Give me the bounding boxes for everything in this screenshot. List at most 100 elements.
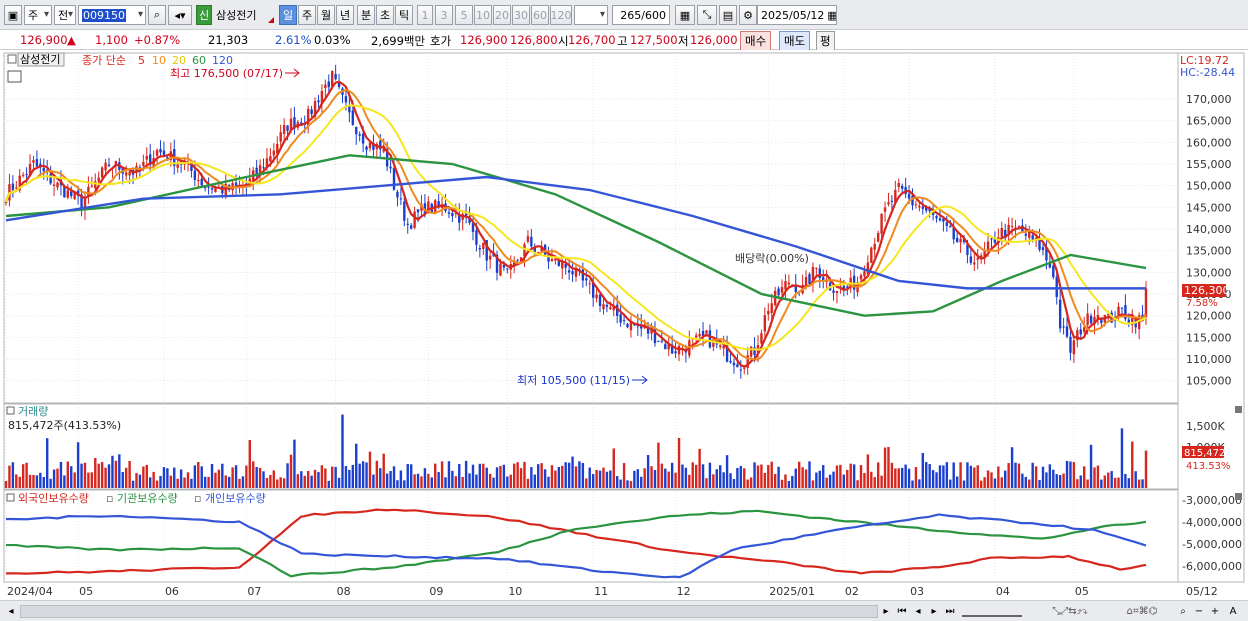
scroll-right-icon[interactable]: ▸ — [879, 604, 893, 619]
play-forward-icon[interactable]: ▸ — [927, 604, 941, 619]
search-icon[interactable]: ⌕ — [148, 5, 166, 25]
scroll-last-icon[interactable]: ⏭ — [943, 604, 957, 619]
candle-body — [1017, 225, 1021, 227]
volume-bar — [591, 474, 595, 488]
sell-button[interactable]: 매도 — [779, 31, 811, 51]
current-pct-tag: 7.58% — [1186, 298, 1218, 309]
holding-panel-toggle-icon[interactable] — [6, 493, 15, 502]
candle-body — [770, 303, 773, 313]
zoom-out-icon[interactable]: − — [1192, 604, 1206, 619]
volume-bar — [1144, 450, 1148, 488]
volume-bar — [791, 475, 794, 488]
volume-bar — [80, 463, 83, 488]
volume-bar — [1107, 472, 1110, 488]
hc-label: HC:-28.44 — [1180, 66, 1235, 79]
volume-bar — [894, 468, 897, 488]
volume-bar — [667, 471, 670, 488]
interval-3[interactable]: 3 — [435, 5, 453, 25]
volume-bar — [763, 472, 767, 488]
market-select[interactable]: 전 — [54, 5, 76, 25]
play-back-icon[interactable]: ◂ — [911, 604, 925, 619]
x-tick-label: 05 — [79, 585, 93, 598]
volume-bar — [698, 448, 701, 488]
period-second[interactable]: 초 — [376, 5, 394, 25]
stock-code-input[interactable]: 009150 — [78, 5, 146, 25]
window-menu-icon[interactable]: ▣ — [4, 5, 22, 25]
scroll-first-icon[interactable]: ⏮ — [895, 604, 909, 619]
zoom-in-icon[interactable]: + — [1208, 604, 1222, 619]
volume-bar — [619, 479, 622, 488]
volume-bar — [715, 469, 718, 488]
speaker-icon[interactable]: ◂▾ — [168, 5, 192, 25]
candle-body — [451, 213, 454, 217]
panel-toggle-icon[interactable] — [7, 54, 17, 64]
interval-120[interactable]: 120 — [550, 5, 572, 25]
volume-bar — [482, 463, 485, 488]
volume-bar — [300, 471, 303, 488]
volume-panel-toggle-icon[interactable] — [6, 406, 15, 415]
x-tick-label: 2024/04 — [7, 585, 53, 598]
calendar-icon[interactable]: ▦ — [827, 9, 836, 22]
volume-bar — [942, 465, 945, 488]
date-field[interactable]: 2025/05/12 ▦ — [757, 5, 837, 25]
zoom-search-icon[interactable]: ⌕ — [1176, 604, 1190, 619]
volume-bar — [90, 472, 94, 488]
period-year[interactable]: 년 — [336, 5, 354, 25]
volume-bar — [379, 468, 382, 488]
volume-bar — [756, 465, 760, 488]
candle-body — [63, 186, 66, 198]
volume-bar — [258, 467, 262, 488]
candle-body — [234, 182, 238, 186]
candle-body — [475, 230, 478, 245]
volume-bar — [557, 467, 561, 488]
candle-body — [918, 205, 921, 208]
x-tick-label: 06 — [165, 585, 179, 598]
volume-bar — [784, 474, 787, 488]
volume-bar — [739, 466, 743, 488]
price-panel-tab-label: 삼성전기 — [20, 53, 60, 66]
ma-legend-120: 120 — [212, 54, 233, 67]
save-icon[interactable]: ▤ — [719, 5, 737, 25]
interval-30[interactable]: 30 — [512, 5, 530, 25]
volume-bar — [488, 473, 492, 488]
interval-60[interactable]: 60 — [531, 5, 549, 25]
period-minute[interactable]: 분 — [357, 5, 375, 25]
volume-bar — [63, 475, 66, 488]
scroll-left-icon[interactable]: ◂ — [4, 604, 18, 619]
drawing-tools-icon[interactable]: ⤡⤢⇆⤴⤵ — [1030, 604, 1110, 619]
interval-10[interactable]: 10 — [474, 5, 492, 25]
open-price: 126,700 — [568, 33, 616, 47]
interval-custom-select[interactable] — [574, 5, 608, 25]
interval-1[interactable]: 1 — [417, 5, 433, 25]
x-tick-label: 10 — [508, 585, 522, 598]
avg-button[interactable]: 평 — [816, 31, 835, 51]
calculator-icon[interactable] — [7, 70, 22, 83]
volume-bar — [564, 462, 567, 488]
chart-type-icon[interactable]: ▦ — [675, 5, 695, 25]
stock-chart[interactable]: 105,000110,000115,000120,000125,000130,0… — [0, 50, 1248, 600]
interval-20[interactable]: 20 — [493, 5, 511, 25]
buy-button[interactable]: 매수 — [740, 31, 772, 51]
candle-body — [49, 173, 52, 184]
bid-label: 호가 — [430, 34, 452, 48]
x-tick-label: 07 — [247, 585, 261, 598]
type-select[interactable]: 주 — [24, 5, 52, 25]
holding-panel-close-icon[interactable] — [1235, 493, 1242, 500]
font-size-icon[interactable]: A — [1224, 604, 1242, 619]
x-tick-label: 12 — [677, 585, 691, 598]
period-month[interactable]: 월 — [317, 5, 335, 25]
gear-icon[interactable]: ⚙ — [739, 5, 757, 25]
view-tools-icon[interactable]: ⌂⌗⌘⌬ — [1112, 604, 1172, 619]
volume-bar — [1082, 466, 1086, 488]
zoom-slider[interactable] — [962, 607, 1022, 617]
candle-body — [255, 167, 258, 175]
interval-5[interactable]: 5 — [455, 5, 473, 25]
period-week[interactable]: 주 — [298, 5, 316, 25]
period-tick[interactable]: 틱 — [395, 5, 413, 25]
scroll-track[interactable] — [20, 605, 878, 618]
legend-individual: 개인보유수량 — [205, 492, 266, 505]
draw-tool-icon[interactable]: ⤡ — [697, 5, 717, 25]
count-field[interactable]: 265/600 — [612, 5, 670, 25]
period-day[interactable]: 일 — [279, 5, 297, 25]
volume-panel-close-icon[interactable] — [1235, 406, 1242, 413]
